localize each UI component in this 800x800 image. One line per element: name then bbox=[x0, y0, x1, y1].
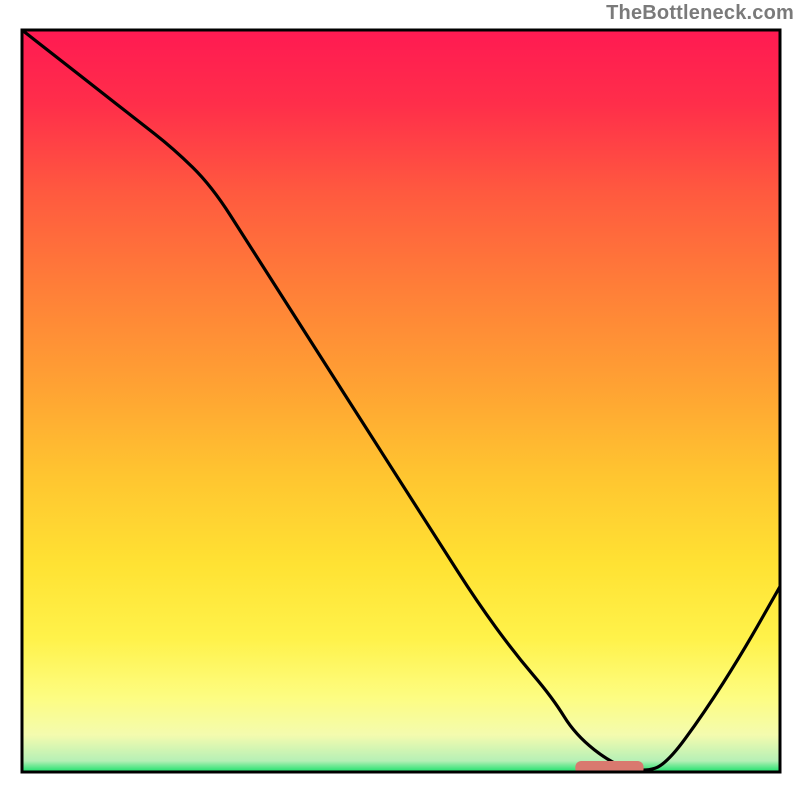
chart-container: TheBottleneck.com bbox=[0, 0, 800, 800]
watermark-label: TheBottleneck.com bbox=[606, 2, 794, 25]
bottleneck-chart bbox=[0, 0, 800, 800]
gradient-background bbox=[22, 30, 780, 772]
